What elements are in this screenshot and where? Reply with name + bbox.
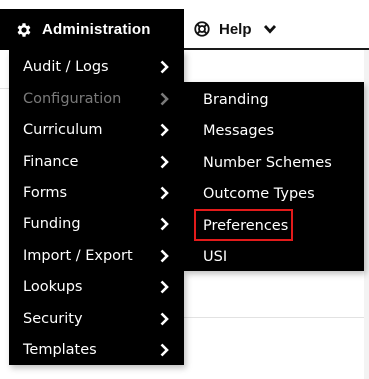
page-edge <box>364 50 369 379</box>
chevron-right-icon <box>160 343 169 357</box>
menu-item-forms[interactable]: Forms <box>9 177 184 209</box>
submenu-item-usi[interactable]: USI <box>184 241 364 272</box>
submenu-item-label: Preferences <box>203 217 289 234</box>
menu-item-finance[interactable]: Finance <box>9 146 184 178</box>
submenu-item-branding[interactable]: Branding <box>184 84 364 115</box>
menu-item-label: Forms <box>23 185 68 201</box>
administration-dropdown: Audit / Logs Configuration Curriculum Fi… <box>9 50 184 365</box>
chevron-right-icon <box>160 155 169 169</box>
divider <box>184 317 369 318</box>
chevron-right-icon <box>160 217 169 231</box>
submenu-item-label: Messages <box>203 122 275 139</box>
menu-item-label: Configuration <box>23 91 122 107</box>
menu-item-lookups[interactable]: Lookups <box>9 271 184 303</box>
menu-item-audit-logs[interactable]: Audit / Logs <box>9 51 184 83</box>
gear-icon <box>15 21 33 39</box>
header-underline <box>184 48 369 50</box>
submenu-item-outcome-types[interactable]: Outcome Types <box>184 178 364 209</box>
menu-item-templates[interactable]: Templates <box>9 334 184 366</box>
menu-item-label: Audit / Logs <box>23 59 109 75</box>
configuration-submenu: Branding Messages Number Schemes Outcome… <box>184 82 364 271</box>
submenu-item-label: Number Schemes <box>203 154 332 171</box>
menu-item-funding[interactable]: Funding <box>9 208 184 240</box>
chevron-right-icon <box>160 280 169 294</box>
chevron-right-icon <box>160 123 169 137</box>
menu-item-configuration[interactable]: Configuration <box>9 83 184 115</box>
chevron-down-icon <box>263 22 277 36</box>
submenu-item-label: Branding <box>203 91 269 108</box>
menu-item-label: Funding <box>23 216 81 232</box>
submenu-item-messages[interactable]: Messages <box>184 115 364 146</box>
menu-item-import-export[interactable]: Import / Export <box>9 240 184 272</box>
submenu-item-preferences[interactable]: Preferences <box>184 210 364 241</box>
nav-administration-label: Administration <box>42 21 151 38</box>
submenu-item-number-schemes[interactable]: Number Schemes <box>184 147 364 178</box>
nav-help-label: Help <box>219 20 252 38</box>
nav-help[interactable]: Help <box>193 14 277 44</box>
chevron-right-icon <box>160 312 169 326</box>
chevron-right-icon <box>160 186 169 200</box>
submenu-item-label: Outcome Types <box>203 185 315 202</box>
menu-item-label: Import / Export <box>23 248 133 264</box>
menu-item-security[interactable]: Security <box>9 303 184 335</box>
lifebuoy-icon <box>193 20 211 38</box>
chevron-right-icon <box>160 60 169 74</box>
submenu-item-label: USI <box>203 248 228 265</box>
menu-item-curriculum[interactable]: Curriculum <box>9 114 184 146</box>
menu-item-label: Finance <box>23 154 79 170</box>
chevron-right-icon <box>160 249 169 263</box>
menu-item-label: Templates <box>23 342 97 358</box>
menu-item-label: Lookups <box>23 279 83 295</box>
chevron-right-icon <box>160 92 169 106</box>
menu-item-label: Security <box>23 311 83 327</box>
menu-item-label: Curriculum <box>23 122 103 138</box>
nav-administration[interactable]: Administration <box>0 9 184 50</box>
